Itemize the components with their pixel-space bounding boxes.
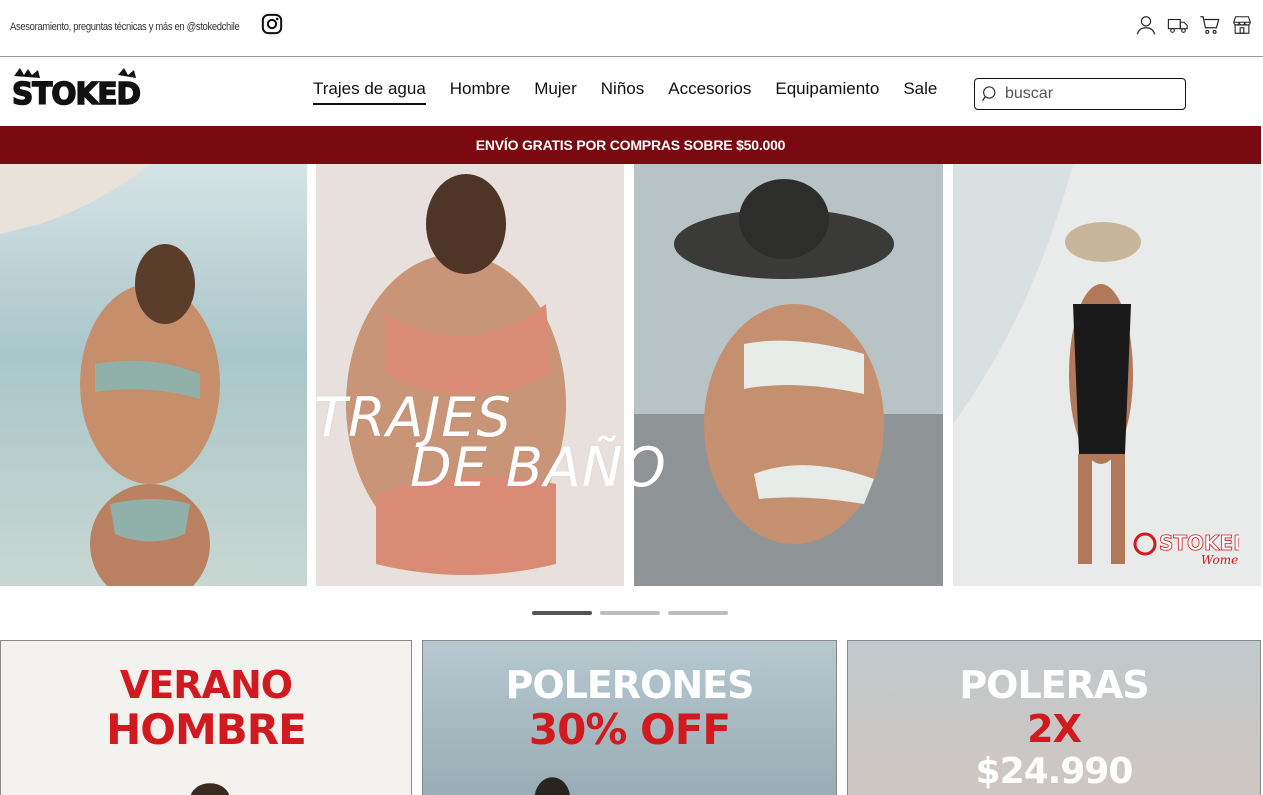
search-input[interactable]: [1005, 85, 1175, 103]
account-icons: [1135, 14, 1253, 36]
category-menu: Trajes de agua Hombre Mujer Niños Acceso…: [313, 79, 961, 105]
promo-text: ENVÍO GRATIS POR COMPRAS SOBRE $50.000: [475, 137, 786, 153]
instagram-icon[interactable]: [261, 13, 283, 35]
nav-item-ninos[interactable]: Niños: [601, 79, 644, 105]
carousel-dot-3[interactable]: [668, 611, 728, 615]
nav-item-mujer[interactable]: Mujer: [534, 79, 577, 105]
tile-poleras-2x[interactable]: POLERAS 2X $24.990: [847, 640, 1261, 795]
stoked-logo[interactable]: STOKED: [10, 66, 142, 113]
search-icon[interactable]: [981, 85, 999, 103]
user-icon[interactable]: [1135, 14, 1157, 36]
tile-polerones-30-off[interactable]: POLERONES 30% OFF: [422, 640, 837, 795]
truck-icon[interactable]: [1167, 14, 1189, 36]
hero-carousel[interactable]: TRAJES DE BAÑO STOKED Women: [0, 164, 1261, 586]
tile-1-line2: HOMBRE: [106, 705, 307, 754]
svg-text:Women: Women: [1201, 553, 1239, 567]
search-box: [974, 78, 1186, 110]
svg-text:STOKED: STOKED: [1159, 531, 1239, 555]
store-icon[interactable]: [1231, 14, 1253, 36]
hero-photo-4: [953, 164, 1261, 586]
hero-photo-2: [316, 164, 624, 586]
cart-icon[interactable]: [1199, 14, 1221, 36]
nav-item-sale[interactable]: Sale: [903, 79, 937, 105]
tile-2-line2: 30% OFF: [528, 705, 731, 754]
svg-text:STOKED: STOKED: [12, 77, 140, 108]
carousel-dot-1[interactable]: [532, 611, 592, 615]
hero-photo-1: [0, 164, 307, 586]
nav-item-accesorios[interactable]: Accesorios: [668, 79, 751, 105]
tile-3-line2: 2X: [1027, 707, 1082, 751]
promo-banner: ENVÍO GRATIS POR COMPRAS SOBRE $50.000: [0, 126, 1261, 164]
main-navigation: STOKED Trajes de agua Hombre Mujer Niños…: [0, 58, 1263, 126]
hero-title-line2: DE BAÑO: [410, 436, 667, 499]
tile-verano-hombre[interactable]: VERANO HOMBRE: [0, 640, 412, 795]
tile-1-line1: VERANO: [119, 663, 293, 707]
tile-2-line1: POLERONES: [505, 663, 754, 707]
carousel-dot-2[interactable]: [600, 611, 660, 615]
stoked-women-badge: STOKED Women: [1131, 526, 1250, 568]
top-bar: Asesoramiento, preguntas técnicas y más …: [0, 0, 1263, 57]
topbar-message: Asesoramiento, preguntas técnicas y más …: [10, 21, 240, 33]
tile-3-line1: POLERAS: [959, 663, 1149, 707]
hero-photo-3: [634, 164, 943, 586]
nav-item-hombre[interactable]: Hombre: [450, 79, 510, 105]
tile-3-line3: $24.990: [975, 751, 1134, 792]
nav-item-equipamiento[interactable]: Equipamiento: [775, 79, 879, 105]
carousel-indicators: [532, 611, 728, 615]
nav-item-trajes-de-agua[interactable]: Trajes de agua: [313, 79, 426, 105]
